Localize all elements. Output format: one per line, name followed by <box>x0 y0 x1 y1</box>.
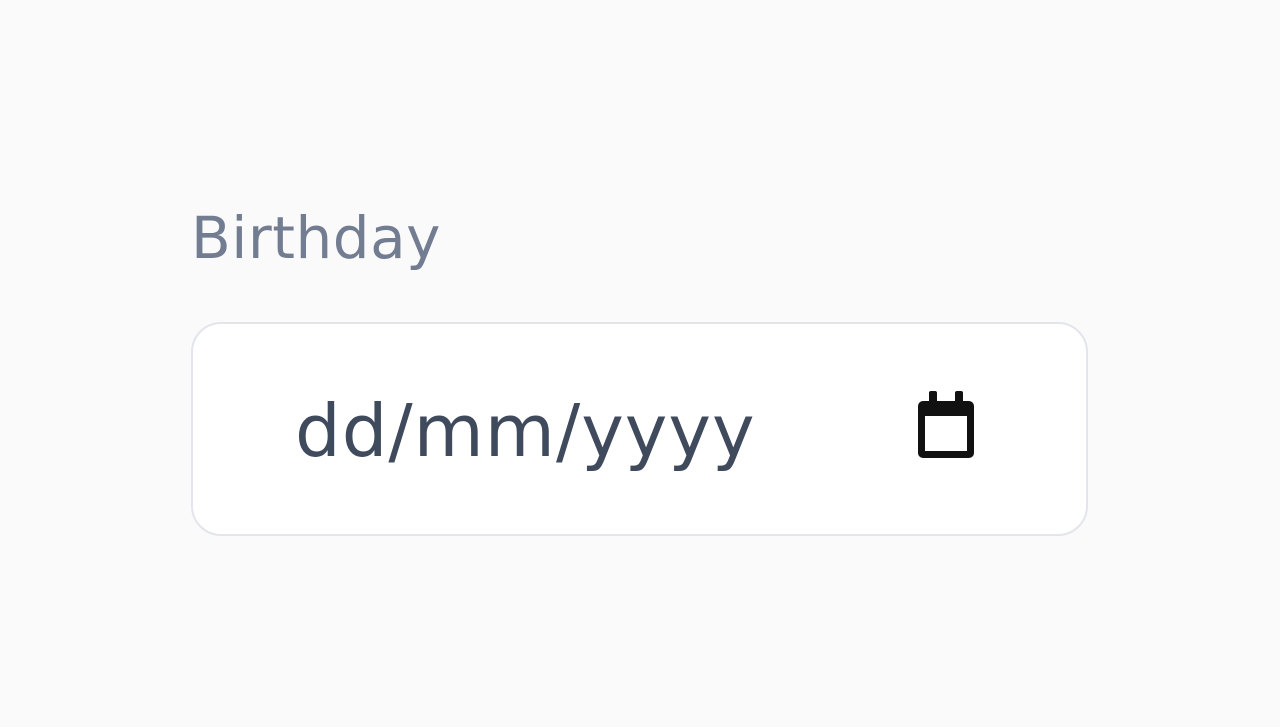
calendar-icon <box>915 391 977 463</box>
date-placeholder: dd/mm/yyyy <box>295 389 756 473</box>
calendar-picker-button[interactable] <box>909 390 983 464</box>
birthday-label: Birthday <box>191 204 441 272</box>
birthday-date-input[interactable]: dd/mm/yyyy <box>191 322 1088 536</box>
birthday-form: Birthday dd/mm/yyyy <box>0 0 1280 727</box>
